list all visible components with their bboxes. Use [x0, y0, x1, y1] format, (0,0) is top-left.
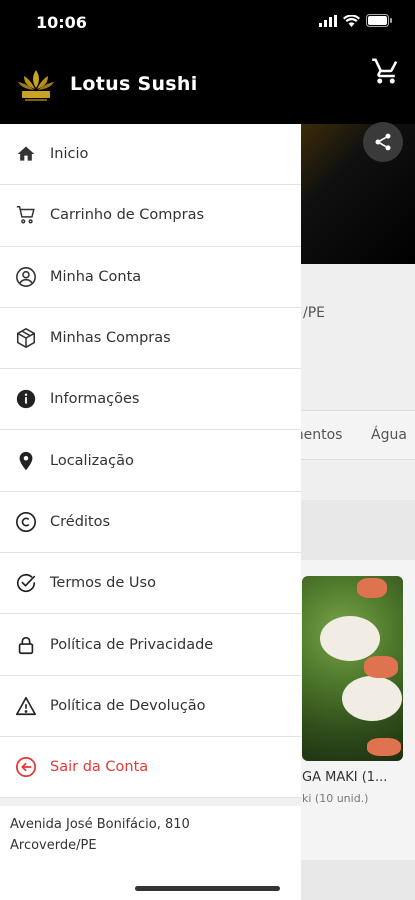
menu-item-informacoes[interactable]: Informações [0, 369, 301, 431]
drawer-header: 10:06 Lotus Sushi [0, 0, 301, 124]
location-pin-icon [14, 449, 38, 473]
menu-item-politica-privacidade[interactable]: Política de Privacidade [0, 614, 301, 676]
menu-item-label: Inicio [50, 146, 89, 163]
address-line-1: Avenida José Bonifácio, 810 [10, 817, 190, 832]
cart-icon[interactable] [371, 56, 401, 86]
home-icon [14, 142, 38, 166]
menu-item-label: Informações [50, 391, 140, 408]
menu-item-label: Sair da Conta [50, 759, 149, 776]
status-time: 10:06 [36, 13, 87, 32]
copyright-icon [14, 510, 38, 534]
store-address: Avenida José Bonifácio, 810 Arcoverde/PE [10, 814, 190, 856]
warning-icon [14, 694, 38, 718]
menu-item-label: Minha Conta [50, 268, 142, 285]
menu-item-minhas-compras[interactable]: Minhas Compras [0, 308, 301, 370]
battery-icon [366, 14, 392, 27]
product-title: GA MAKI (1... [302, 770, 388, 785]
menu-item-label: Créditos [50, 513, 111, 530]
home-indicator [135, 886, 280, 891]
status-icons [319, 14, 393, 27]
menu-item-carrinho[interactable]: Carrinho de Compras [0, 185, 301, 247]
menu-item-label: Política de Devolução [50, 697, 206, 714]
signal-icon [319, 14, 337, 27]
share-button[interactable] [363, 122, 403, 162]
footer-divider [0, 798, 301, 806]
lotus-logo-icon [18, 70, 54, 101]
menu-item-sair-da-conta[interactable]: Sair da Conta [0, 737, 301, 799]
menu-item-localizacao[interactable]: Localização [0, 430, 301, 492]
address-line-2: Arcoverde/PE [10, 838, 97, 853]
share-icon [375, 133, 391, 151]
menu-item-creditos[interactable]: Créditos [0, 492, 301, 554]
menu-item-label: Carrinho de Compras [50, 207, 205, 224]
store-info-text: /PE [303, 305, 326, 321]
info-icon [14, 387, 38, 411]
brand-name: Lotus Sushi [70, 73, 198, 95]
drawer-menu: Inicio Carrinho de Compras Minha Conta M… [0, 124, 301, 799]
menu-item-label: Política de Privacidade [50, 636, 214, 653]
tab-category[interactable]: Água [371, 427, 407, 443]
menu-item-inicio[interactable]: Inicio [0, 124, 301, 186]
menu-item-politica-devolucao[interactable]: Política de Devolução [0, 676, 301, 737]
menu-item-minha-conta[interactable]: Minha Conta [0, 247, 301, 308]
menu-item-termos-de-uso[interactable]: Termos de Uso [0, 553, 301, 615]
product-image [302, 576, 403, 761]
menu-item-label: Localização [50, 452, 134, 469]
menu-item-label: Termos de Uso [50, 575, 156, 592]
menu-item-label: Minhas Compras [50, 330, 171, 347]
wifi-icon [343, 14, 360, 27]
logout-icon [14, 755, 38, 779]
account-circle-icon [14, 265, 38, 289]
check-circle-icon [14, 571, 38, 595]
lock-icon [14, 633, 38, 657]
cart-icon [14, 203, 38, 227]
package-icon [14, 326, 38, 350]
navigation-drawer: 10:06 Lotus Sushi Inicio Carrinho de Com… [0, 0, 301, 900]
product-subtitle: ki (10 unid.) [302, 792, 369, 805]
